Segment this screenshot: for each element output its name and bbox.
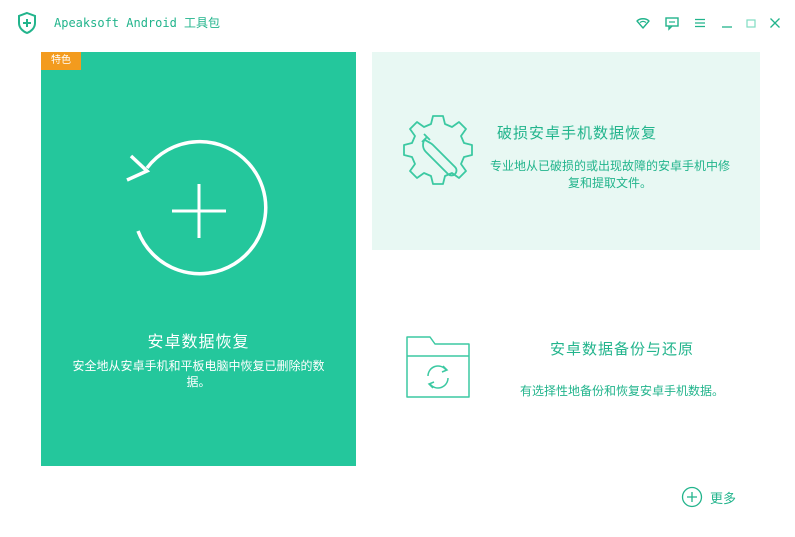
featured-badge: 特色 [41,52,81,70]
broken-android-recovery-card[interactable]: 破损安卓手机数据恢复 专业地从已破损的或出现故障的安卓手机中修复和提取文件。 [372,52,760,250]
android-data-recovery-card[interactable]: 特色 安卓数据恢复 安全地从安卓手机和平板电脑中恢复已删除的数据。 [41,52,356,466]
feedback-icon[interactable] [664,15,680,31]
restore-plus-icon [124,136,274,286]
gear-wrench-icon [400,112,476,188]
card-description: 专业地从已破损的或出现故障的安卓手机中修复和提取文件。 [490,159,731,190]
folder-sync-icon [404,334,472,400]
app-window: Apeaksoft Android 工具包 特色 安卓数据恢复 安全地从安卓手机… [0,0,795,537]
card-description: 安全地从安卓手机和平板电脑中恢复已删除的数据。 [72,359,325,389]
title-bar: Apeaksoft Android 工具包 [0,0,795,44]
minimize-icon[interactable] [719,15,735,31]
card-title: 安卓数据恢复 [147,332,250,351]
menu-icon[interactable] [692,15,708,31]
plus-circle-icon [681,486,703,508]
card-description: 有选择性地备份和恢复安卓手机数据。 [519,384,724,398]
app-logo-icon [15,11,39,35]
close-icon[interactable] [767,15,783,31]
app-title: Apeaksoft Android 工具包 [54,16,221,30]
maximize-icon[interactable] [743,15,759,31]
card-title: 安卓数据备份与还原 [549,340,694,358]
card-title: 破损安卓手机数据恢复 [497,124,658,142]
more-label: 更多 [710,492,737,507]
android-backup-restore-card[interactable]: 安卓数据备份与还原 有选择性地备份和恢复安卓手机数据。 [372,300,760,430]
wifi-icon[interactable] [635,15,651,31]
